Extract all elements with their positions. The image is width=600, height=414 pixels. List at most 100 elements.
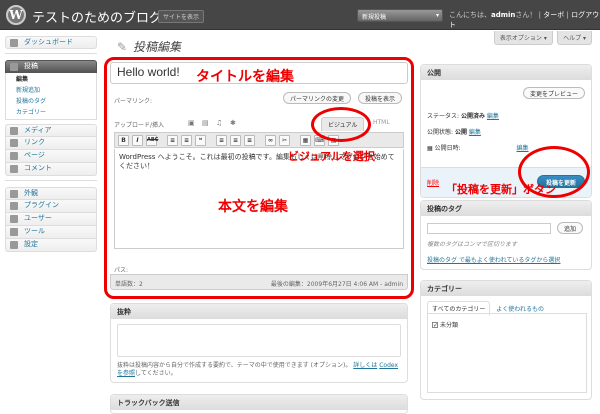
publish-title[interactable]: 公開 — [421, 65, 591, 80]
menu-links[interactable]: リンク — [5, 137, 97, 150]
annotation-update-button: 「投稿を更新」ボタン — [446, 183, 556, 196]
separator: | — [538, 11, 542, 19]
menu-users[interactable]: ユーザー — [5, 213, 97, 226]
menu-label: 外観 — [24, 189, 38, 197]
submenu-edit[interactable]: 編集 — [16, 74, 96, 85]
submenu-add-new[interactable]: 新規追加 — [16, 85, 96, 96]
menu-label: 設定 — [24, 240, 38, 248]
visibility-edit-link[interactable]: 編集 — [469, 129, 481, 136]
annotation-editor-outline — [104, 57, 414, 299]
menu-label: メディア — [24, 126, 52, 134]
view-site-button[interactable]: サイトを表示 — [158, 10, 205, 23]
delete-link[interactable]: 削除 — [427, 178, 439, 187]
status-edit-link[interactable]: 編集 — [487, 113, 499, 120]
publish-date-label: 公開日時: — [434, 145, 461, 152]
screen-meta-tabs: 表示オプション ▾ ヘルプ ▾ — [492, 31, 592, 45]
greeting-text: こんにちは、 — [449, 11, 491, 19]
menu-posts[interactable]: 投稿 — [5, 60, 97, 73]
tags-title[interactable]: 投稿のタグ — [421, 201, 591, 216]
excerpt-more-link[interactable]: 詳しくは — [353, 362, 377, 369]
category-label: 未分類 — [440, 322, 459, 329]
menu-separator — [5, 53, 97, 54]
menu-pages[interactable]: ページ — [5, 150, 97, 163]
greeting-suffix: さん！ — [515, 11, 537, 19]
screen-options-button[interactable]: 表示オプション ▾ — [493, 31, 553, 45]
menu-separator — [5, 180, 97, 181]
admin-header: W テストのためのブログ サイトを表示 新規投稿 ▾ こんにちは、adminさん… — [0, 0, 600, 30]
appearance-icon — [10, 190, 18, 198]
excerpt-title[interactable]: 抜粋 — [111, 304, 407, 319]
plugins-icon — [10, 202, 18, 210]
trackback-title[interactable]: トラックバック送信 — [111, 395, 407, 410]
comments-icon — [10, 165, 18, 173]
add-tag-button[interactable]: 追加 — [557, 222, 584, 234]
posts-icon — [10, 63, 18, 71]
menu-label: ダッシュボード — [24, 38, 73, 46]
new-tag-input[interactable] — [427, 223, 551, 234]
menu-label: ツール — [24, 227, 45, 235]
submenu-categories[interactable]: カテゴリー — [16, 107, 96, 118]
new-post-label: 新規投稿 — [362, 14, 387, 21]
annotation-body-edit: 本文を編集 — [218, 199, 288, 215]
pushpin-icon: ✎ — [117, 40, 128, 54]
menu-dashboard[interactable]: ダッシュボード — [5, 36, 97, 49]
excerpt-note-end: してください。 — [135, 370, 177, 377]
user-links: こんにちは、adminさん！ | ターボ | ログアウト — [449, 10, 600, 30]
preview-changes-button[interactable]: 変更をプレビュー — [522, 87, 585, 99]
annotation-visual-select: ビジュアルを選択 — [288, 150, 375, 163]
menu-settings[interactable]: 設定 — [5, 239, 97, 252]
media-icon — [10, 127, 18, 135]
menu-appearance[interactable]: 外観 — [5, 187, 97, 200]
category-tabs: すべてのカテゴリー よく使われるもの — [427, 301, 587, 316]
wordpress-logo-icon[interactable]: W — [6, 5, 26, 25]
status-row: ステータス: 公開済み 編集 — [427, 111, 499, 120]
excerpt-note-text: 抜粋は投稿内容から自分で作成する要約で、テーマの中で使用できます (オプション)… — [117, 362, 352, 369]
submenu-post-tags[interactable]: 投稿のタグ — [16, 96, 96, 107]
separator: | — [566, 11, 569, 19]
date-edit-link[interactable]: 編集 — [517, 145, 529, 152]
page-title-text: 投稿編集 — [133, 40, 182, 54]
menu-label: コメント — [24, 164, 52, 172]
category-list: ✓ 未分類 — [427, 313, 587, 393]
trackback-box: トラックバック送信 — [110, 394, 408, 414]
admin-sidebar: ダッシュボード 投稿 編集 新規追加 投稿のタグ カテゴリー メディア リンク … — [5, 36, 97, 256]
posts-submenu: 編集 新規追加 投稿のタグ カテゴリー — [5, 73, 97, 120]
checkbox-checked-icon[interactable]: ✓ — [432, 322, 438, 329]
dashboard-icon — [10, 39, 18, 47]
turbo-link[interactable]: ターボ — [543, 11, 564, 19]
visibility-value: 公開 — [454, 129, 467, 136]
menu-comments[interactable]: コメント — [5, 163, 97, 176]
excerpt-textarea[interactable] — [117, 324, 401, 357]
menu-plugins[interactable]: プラグイン — [5, 200, 97, 213]
tags-box: 投稿のタグ 追加 複数のタグはコンマで区切ります 投稿のタグ で最もよく使われて… — [420, 200, 592, 270]
page-title: ✎ 投稿編集 — [117, 38, 181, 55]
username-link[interactable]: admin — [491, 11, 515, 19]
settings-icon — [10, 241, 18, 249]
menu-media[interactable]: メディア — [5, 124, 97, 137]
menu-label: ユーザー — [24, 214, 52, 222]
favorite-actions-dropdown[interactable]: 新規投稿 ▾ — [357, 9, 443, 22]
category-item[interactable]: ✓ 未分類 — [432, 320, 458, 329]
menu-label: リンク — [24, 138, 45, 146]
menu-label: 投稿 — [24, 62, 38, 70]
menu-label: ページ — [24, 151, 45, 159]
visibility-label: 公開状態: — [427, 129, 454, 136]
excerpt-note: 抜粋は投稿内容から自分で作成する要約で、テーマの中で使用できます (オプション)… — [117, 362, 401, 378]
annotation-visual-circle — [311, 107, 371, 142]
pages-icon — [10, 152, 18, 160]
users-icon — [10, 215, 18, 223]
status-value: 公開済み — [460, 113, 485, 120]
categories-title[interactable]: カテゴリー — [421, 281, 591, 296]
annotation-title-edit: タイトルを編集 — [196, 69, 294, 85]
tools-icon — [10, 228, 18, 236]
links-icon — [10, 139, 18, 147]
help-button[interactable]: ヘルプ ▾ — [557, 31, 592, 45]
publish-date-row: ▦ 公開日時: 編集 — [427, 143, 529, 152]
tag-note: 複数のタグはコンマで区切ります — [427, 241, 518, 248]
status-label: ステータス: — [427, 113, 460, 120]
site-title: テストのためのブログ — [32, 11, 163, 26]
menu-tools[interactable]: ツール — [5, 226, 97, 239]
calendar-icon: ▦ — [427, 145, 433, 152]
excerpt-box: 抜粋 抜粋は投稿内容から自分で作成する要約で、テーマの中で使用できます (オプシ… — [110, 303, 408, 383]
tag-cloud-link[interactable]: 投稿のタグ で最もよく使われているタグから選択 — [427, 255, 560, 264]
